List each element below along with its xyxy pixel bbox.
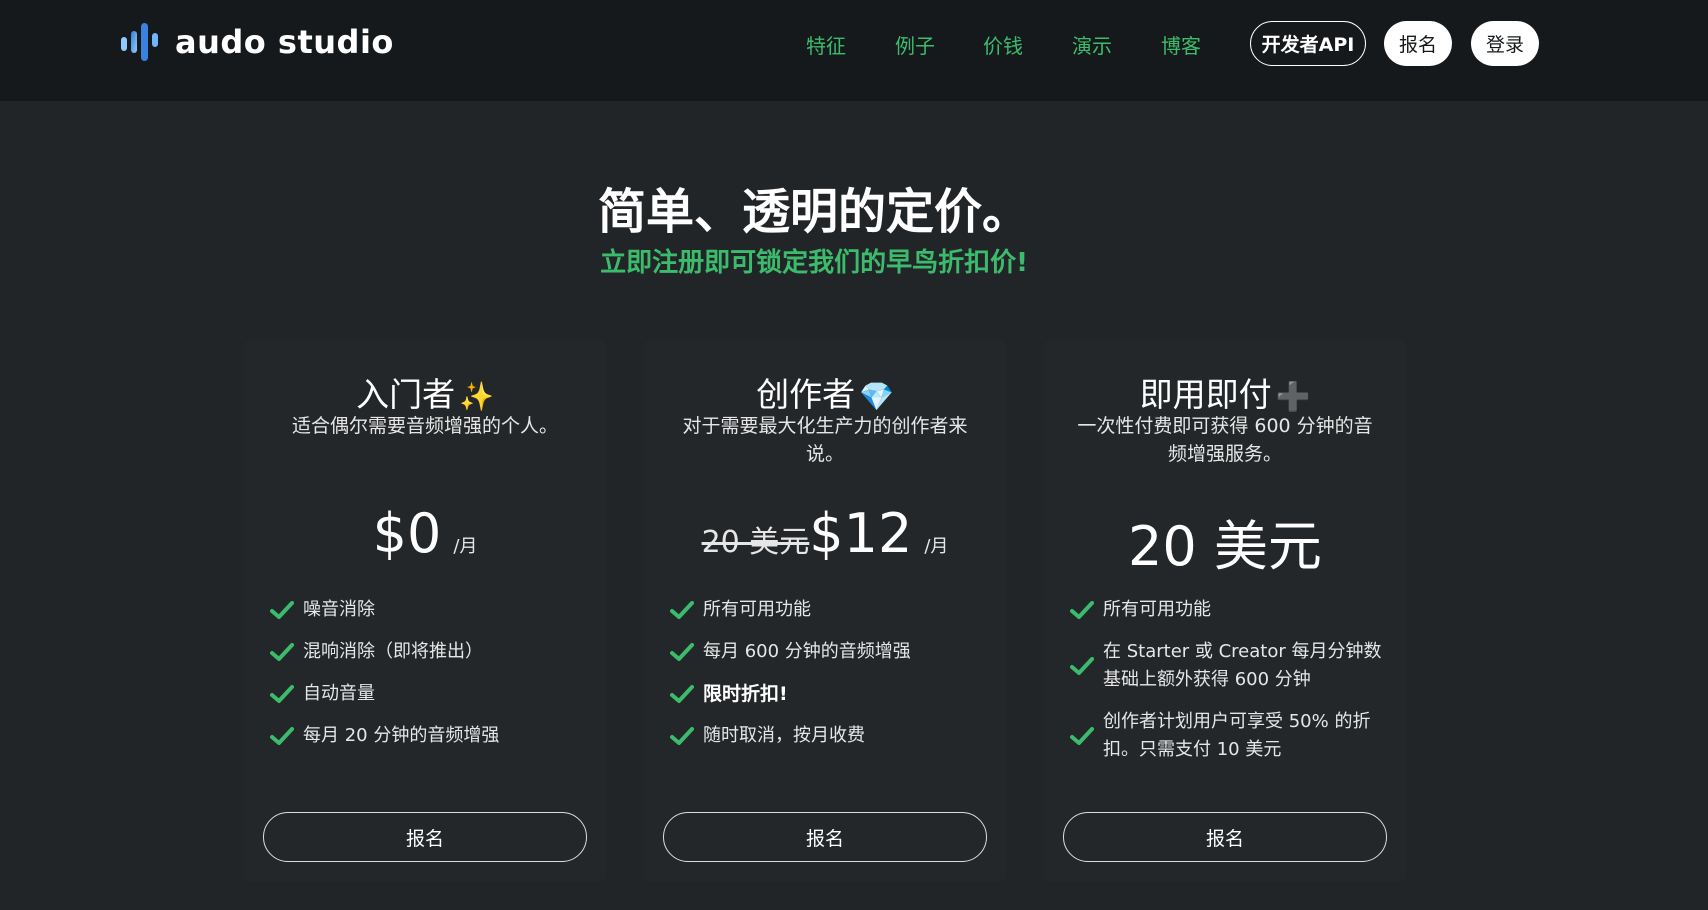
plan-description: 一次性付费即可获得 600 分钟的音频增强服务。 xyxy=(1077,415,1373,465)
nav-pricing[interactable]: 价钱 xyxy=(983,30,1023,59)
feature-list: 所有可用功能 每月 600 分钟的音频增强 限时折扣! 随时取消，按月收费 xyxy=(670,596,990,764)
plan-signup-button[interactable]: 报名 xyxy=(1063,812,1387,862)
price-value: $12 xyxy=(809,502,913,565)
plus-icon: ➕ xyxy=(1275,380,1311,413)
page-subtitle: 立即注册即可锁定我们的早鸟折扣价! xyxy=(600,248,1028,278)
feature-text: 所有可用功能 xyxy=(1103,599,1211,620)
plan-title: 即用即付 ➕ xyxy=(1044,368,1406,416)
feature-text: 混响消除（即将推出） xyxy=(303,641,483,662)
feature-item: 每月 600 分钟的音频增强 xyxy=(670,638,990,666)
nav-blog[interactable]: 博客 xyxy=(1161,30,1201,59)
check-icon xyxy=(670,727,694,745)
login-button[interactable]: 登录 xyxy=(1471,21,1539,66)
plan-card-pay-as-you-go: 即用即付 ➕ 一次性付费即可获得 600 分钟的音频增强服务。 20 美元 所有可… xyxy=(1044,340,1406,882)
price-value: $0 xyxy=(372,502,442,565)
plan-signup-button[interactable]: 报名 xyxy=(263,812,587,862)
feature-list: 所有可用功能 在 Starter 或 Creator 每月分钟数基础上额外获得 … xyxy=(1070,596,1390,778)
plan-title-text: 入门者 xyxy=(356,375,456,414)
plan-signup-button[interactable]: 报名 xyxy=(663,812,987,862)
feature-item: 所有可用功能 xyxy=(670,596,990,624)
plan-title-text: 创作者 xyxy=(756,375,856,414)
plan-description: 适合偶尔需要音频增强的个人。 xyxy=(291,415,558,437)
feature-text: 噪音消除 xyxy=(303,599,375,620)
check-icon xyxy=(670,601,694,619)
nav-features[interactable]: 特征 xyxy=(806,30,846,59)
feature-text: 随时取消，按月收费 xyxy=(703,725,865,746)
feature-item: 每月 20 分钟的音频增强 xyxy=(270,722,590,750)
feature-item: 噪音消除 xyxy=(270,596,590,624)
check-icon xyxy=(270,601,294,619)
top-navbar: audo studio 特征 例子 价钱 演示 博客 开发者API 报名 登录 xyxy=(0,0,1708,101)
plan-card-creator: 创作者 💎 对于需要最大化生产力的创作者来说。 20 美元$12/月 所有可用功能… xyxy=(644,340,1006,882)
feature-item: 随时取消，按月收费 xyxy=(670,722,990,750)
plan-price: 20 美元$12/月 xyxy=(644,502,1006,565)
check-icon xyxy=(270,685,294,703)
plan-title: 入门者 ✨ xyxy=(244,368,606,416)
check-icon xyxy=(1070,657,1094,675)
sparkles-icon: ✨ xyxy=(459,380,494,413)
page-title: 简单、透明的定价。 xyxy=(597,184,1030,240)
plan-title-text: 即用即付 xyxy=(1139,375,1272,414)
price-value: 20 美元 xyxy=(1128,515,1322,578)
check-icon xyxy=(270,727,294,745)
check-icon xyxy=(670,643,694,661)
feature-text: 每月 20 分钟的音频增强 xyxy=(303,725,500,746)
feature-item: 所有可用功能 xyxy=(1070,596,1390,624)
developer-api-button[interactable]: 开发者API xyxy=(1250,21,1366,66)
gem-icon: 💎 xyxy=(859,380,894,413)
plan-description: 对于需要最大化生产力的创作者来说。 xyxy=(682,415,968,465)
feature-text: 每月 600 分钟的音频增强 xyxy=(703,641,911,662)
signup-button[interactable]: 报名 xyxy=(1384,21,1452,66)
feature-text: 限时折扣! xyxy=(703,683,788,705)
feature-text: 创作者计划用户可享受 50% 的折扣。只需支付 10 美元 xyxy=(1103,711,1371,760)
feature-list: 噪音消除 混响消除（即将推出） 自动音量 每月 20 分钟的音频增强 xyxy=(270,596,590,764)
feature-text: 在 Starter 或 Creator 每月分钟数基础上额外获得 600 分钟 xyxy=(1103,641,1382,690)
plan-price: 20 美元 xyxy=(1044,502,1406,581)
feature-item: 在 Starter 或 Creator 每月分钟数基础上额外获得 600 分钟 xyxy=(1070,638,1390,694)
check-icon xyxy=(670,685,694,703)
price-original: 20 美元 xyxy=(701,525,810,560)
price-unit: /月 xyxy=(924,536,949,557)
feature-item: 混响消除（即将推出） xyxy=(270,638,590,666)
feature-item: 限时折扣! xyxy=(670,680,990,708)
feature-item: 自动音量 xyxy=(270,680,590,708)
check-icon xyxy=(1070,727,1094,745)
check-icon xyxy=(270,643,294,661)
nav-examples[interactable]: 例子 xyxy=(895,30,935,59)
plan-price: $0/月 xyxy=(244,502,606,565)
nav-demo[interactable]: 演示 xyxy=(1072,30,1112,59)
plan-title: 创作者 💎 xyxy=(644,368,1006,416)
feature-text: 自动音量 xyxy=(303,683,375,704)
price-unit: /月 xyxy=(453,536,478,557)
feature-item: 创作者计划用户可享受 50% 的折扣。只需支付 10 美元 xyxy=(1070,708,1390,764)
plan-card-starter: 入门者 ✨ 适合偶尔需要音频增强的个人。 $0/月 噪音消除 混响消除（即将推出）… xyxy=(244,340,606,882)
feature-text: 所有可用功能 xyxy=(703,599,811,620)
check-icon xyxy=(1070,601,1094,619)
